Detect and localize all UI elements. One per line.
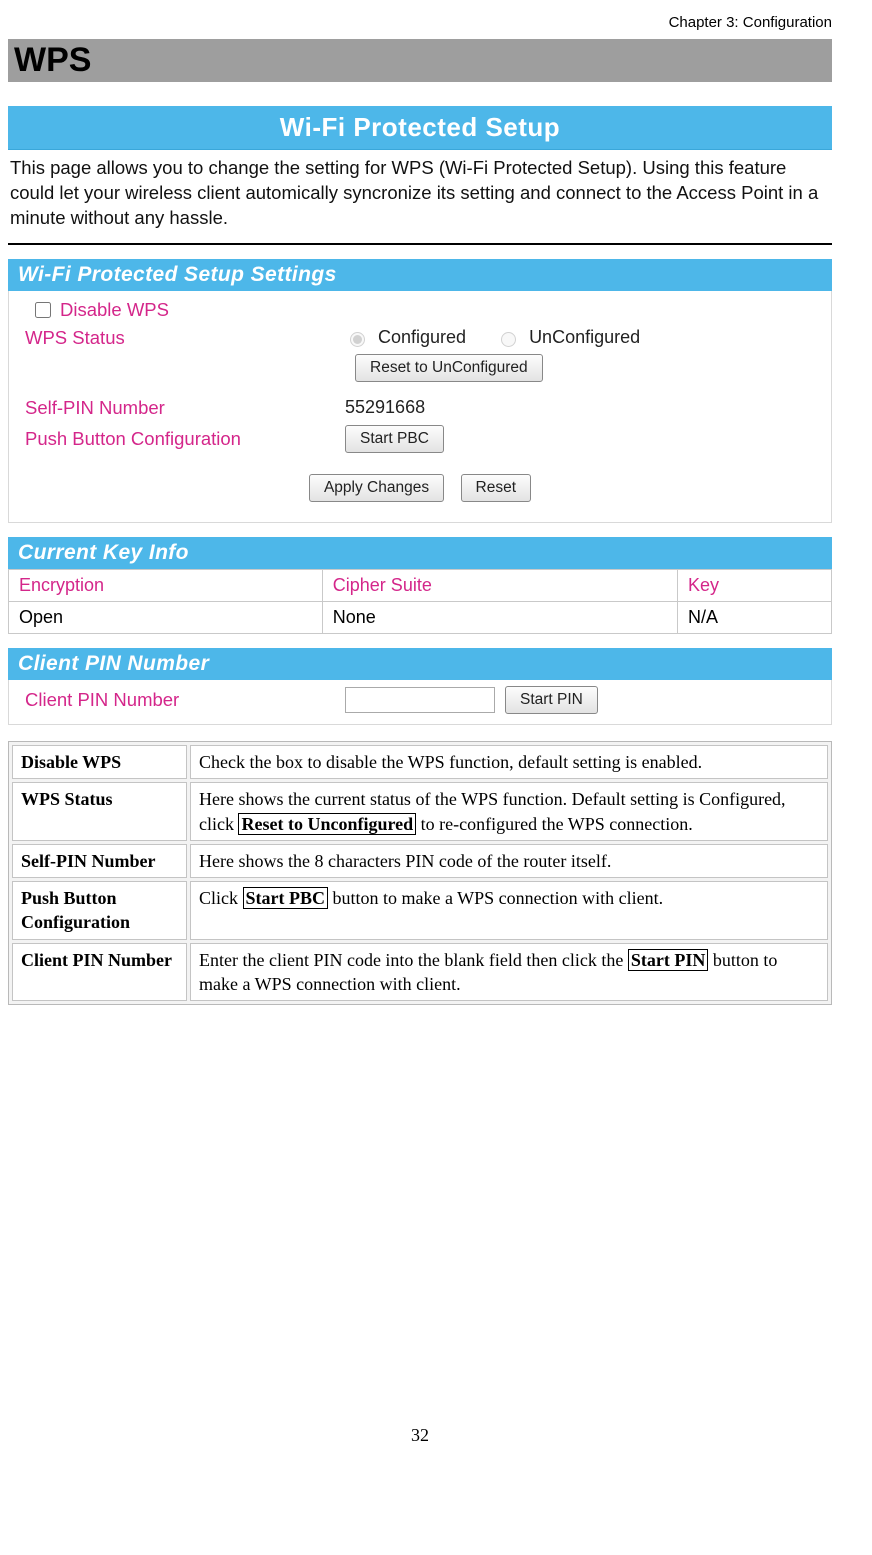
self-pin-label: Self-PIN Number	[15, 397, 345, 419]
client-pin-section: Client PIN Number Client PIN Number Star…	[8, 648, 832, 725]
desc-key-self-pin: Self-PIN Number	[12, 844, 187, 878]
desc-val-disable-wps: Check the box to disable the WPS functio…	[190, 745, 828, 779]
desc-key-pbc: Push Button Configuration	[12, 881, 187, 940]
disable-wps-label: Disable WPS	[60, 299, 169, 321]
desc-key-wps-status: WPS Status	[12, 782, 187, 841]
intro-text: This page allows you to change the setti…	[8, 150, 832, 245]
client-pin-label: Client PIN Number	[15, 689, 345, 711]
current-key-info-section: Current Key Info Encryption Cipher Suite…	[8, 537, 832, 634]
reset-button[interactable]: Reset	[461, 474, 532, 502]
reset-unconfigured-button[interactable]: Reset to UnConfigured	[355, 354, 543, 382]
wps-status-label: WPS Status	[15, 327, 345, 349]
keyinfo-td-encryption: Open	[9, 601, 323, 633]
desc-val-self-pin: Here shows the 8 characters PIN code of …	[190, 844, 828, 878]
desc-key-client-pin: Client PIN Number	[12, 943, 187, 1002]
apply-changes-button[interactable]: Apply Changes	[309, 474, 444, 502]
page-title: WPS	[8, 39, 832, 82]
keyinfo-td-cipher: None	[322, 601, 677, 633]
chapter-header: Chapter 3: Configuration	[8, 10, 832, 39]
wps-settings-section: Wi-Fi Protected Setup Settings Disable W…	[8, 259, 832, 523]
status-configured-text: Configured	[378, 327, 466, 348]
pbc-label: Push Button Configuration	[15, 428, 345, 450]
client-pin-input[interactable]	[345, 687, 495, 713]
description-table: Disable WPS Check the box to disable the…	[8, 741, 832, 1005]
status-unconfigured-radio[interactable]	[501, 332, 516, 347]
keyinfo-th-cipher: Cipher Suite	[322, 569, 677, 601]
desc-val-pbc: Click Start PBC button to make a WPS con…	[190, 881, 828, 940]
screenshot-panel: Wi-Fi Protected Setup This page allows y…	[8, 106, 832, 725]
keyinfo-td-key: N/A	[678, 601, 832, 633]
keyinfo-th-encryption: Encryption	[9, 569, 323, 601]
settings-header: Wi-Fi Protected Setup Settings	[8, 259, 832, 291]
start-pin-button[interactable]: Start PIN	[505, 686, 598, 714]
desc-val-client-pin: Enter the client PIN code into the blank…	[190, 943, 828, 1002]
status-unconfigured-text: UnConfigured	[529, 327, 640, 348]
page-number: 32	[8, 1425, 832, 1446]
keyinfo-header: Current Key Info	[8, 537, 832, 569]
keyinfo-th-key: Key	[678, 569, 832, 601]
start-pbc-button[interactable]: Start PBC	[345, 425, 444, 453]
self-pin-value: 55291668	[345, 397, 425, 418]
status-configured-radio[interactable]	[350, 332, 365, 347]
desc-val-wps-status: Here shows the current status of the WPS…	[190, 782, 828, 841]
disable-wps-checkbox[interactable]	[35, 302, 51, 318]
desc-key-disable-wps: Disable WPS	[12, 745, 187, 779]
banner-title: Wi-Fi Protected Setup	[8, 106, 832, 150]
clientpin-header: Client PIN Number	[8, 648, 832, 680]
